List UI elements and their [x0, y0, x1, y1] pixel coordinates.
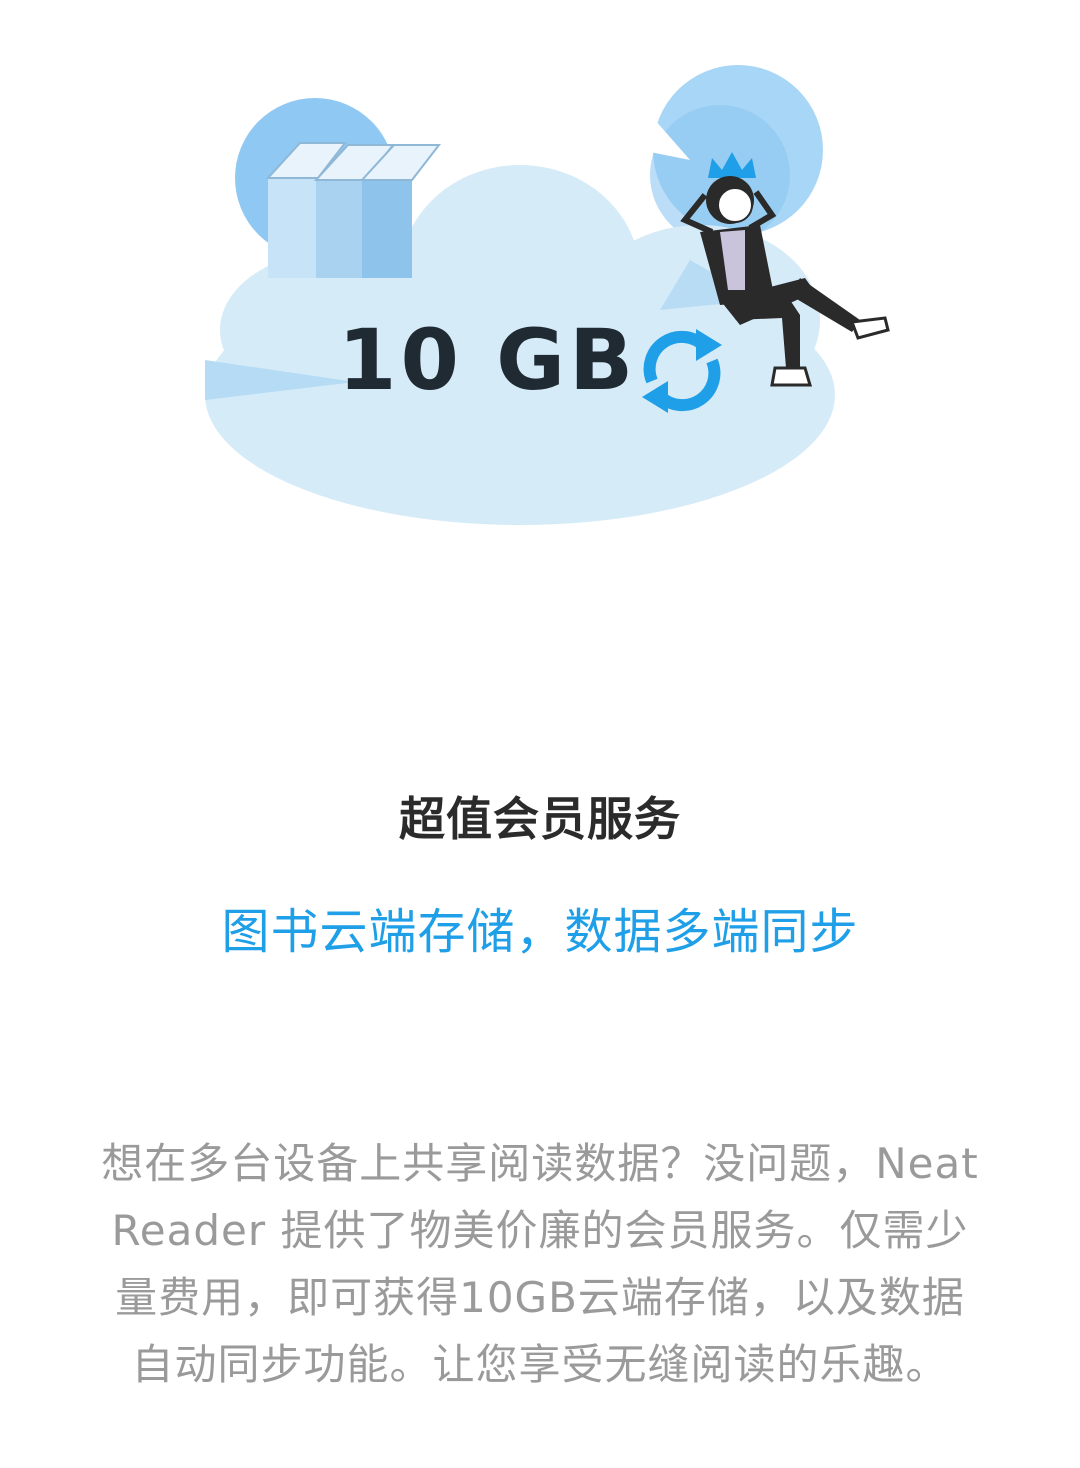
- hero-illustration: 10 GB: [0, 0, 1080, 560]
- description-text: 想在多台设备上共享阅读数据？没问题，Neat Reader 提供了物美价廉的会员…: [101, 1139, 979, 1389]
- page-subtitle: 图书云端存储，数据多端同步: [221, 904, 859, 960]
- page-title: 超值会员服务: [399, 792, 681, 846]
- storage-capacity-label: 10 GB: [338, 311, 638, 409]
- cloud-storage-illustration: [205, 65, 890, 525]
